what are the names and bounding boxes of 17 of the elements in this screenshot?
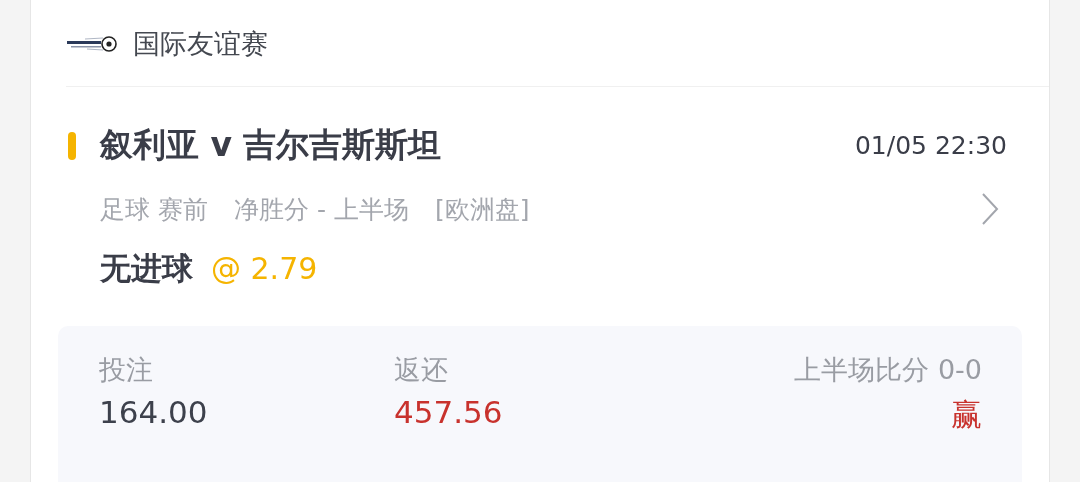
bet-info-text: [欧洲盘]: [434, 193, 530, 226]
league-name: 国际友谊赛: [133, 27, 268, 61]
match-title: 叙利亚 v 吉尔吉斯斯坦: [100, 124, 443, 166]
stake-label: 投注: [99, 353, 154, 387]
stake-value: 164.00: [99, 394, 209, 432]
accent-bar: [68, 131, 76, 160]
bet-info-text: 足球 赛前: [100, 193, 208, 226]
match-time: 01/05 22:30: [854, 131, 1007, 160]
odds-value: @ 2.79: [211, 251, 318, 286]
score-label: 上半场比分 0-0: [794, 353, 982, 387]
bet-info-text: 净胜分 - 上半场: [233, 193, 409, 226]
league-logo-icon: [67, 34, 117, 54]
result-text: 赢: [950, 395, 982, 434]
selection-name: 无进球: [100, 249, 193, 288]
return-label: 返还: [394, 353, 449, 387]
return-value: 457.56: [394, 394, 504, 432]
chevron-right-icon[interactable]: [981, 192, 999, 226]
